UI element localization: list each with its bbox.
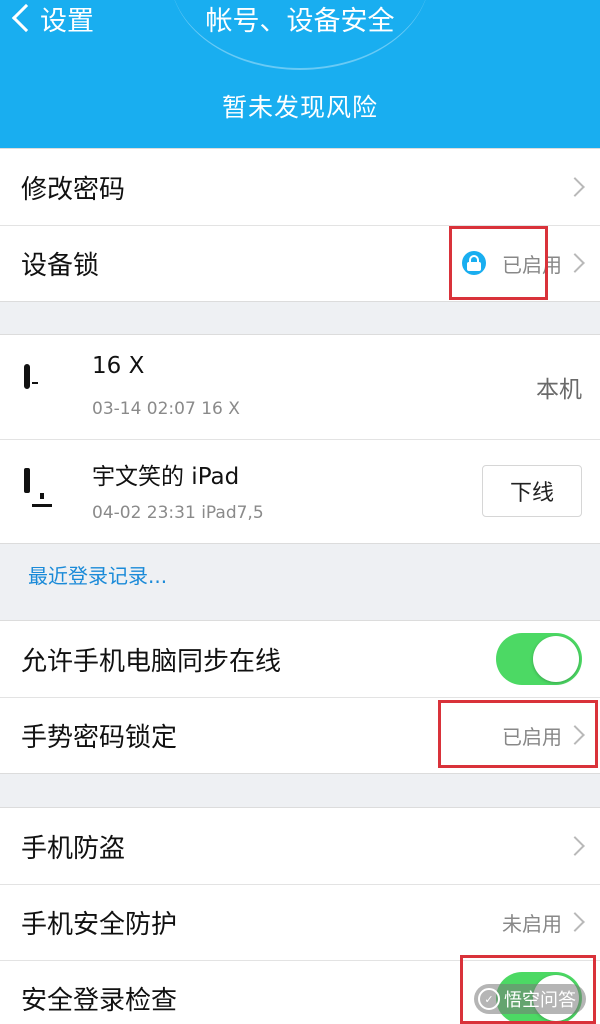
force-offline-button[interactable]: 下线 xyxy=(482,465,582,517)
wukong-logo-icon: ✓ xyxy=(478,988,500,1010)
security-protection-status: 未启用 xyxy=(502,911,562,936)
change-password-row[interactable]: 修改密码 xyxy=(0,149,600,225)
change-password-label: 修改密码 xyxy=(21,174,126,205)
chevron-right-icon xyxy=(565,912,585,932)
chevron-right-icon xyxy=(565,177,585,197)
device-lock-label: 设备锁 xyxy=(21,250,100,281)
watermark-text: 悟空问答 xyxy=(504,990,576,1011)
device-name: 宇文笑的 iPad xyxy=(92,464,240,490)
sync-online-label: 允许手机电脑同步在线 xyxy=(21,646,282,677)
device-name: 16 X xyxy=(92,353,145,379)
device-login-time: 04-02 23:31 iPad7,5 xyxy=(92,503,264,523)
logged-in-devices-group: 16 X 03-14 02:07 16 X 本机 宇文笑的 iPad 04-02… xyxy=(0,334,600,544)
chevron-right-icon xyxy=(565,836,585,856)
chevron-right-icon xyxy=(565,253,585,273)
header-bar: 设置 帐号、设备安全 暂未发现风险 xyxy=(0,0,600,148)
security-protection-row[interactable]: 手机安全防护 未启用 xyxy=(0,884,600,960)
anti-theft-row[interactable]: 手机防盗 xyxy=(0,808,600,884)
recent-login-records-link[interactable]: 最近登录记录... xyxy=(28,560,167,589)
sync-online-row: 允许手机电脑同步在线 xyxy=(0,621,600,697)
safe-login-check-label: 安全登录检查 xyxy=(21,985,178,1016)
security-protection-label: 手机安全防护 xyxy=(21,909,178,940)
sync-online-toggle[interactable] xyxy=(496,633,582,685)
page-title: 帐号、设备安全 xyxy=(205,6,395,37)
highlight-box xyxy=(449,226,548,300)
device-login-time: 03-14 02:07 16 X xyxy=(92,399,240,419)
gesture-lock-label: 手势密码锁定 xyxy=(21,722,178,753)
this-device-label: 本机 xyxy=(536,377,582,403)
anti-theft-label: 手机防盗 xyxy=(21,833,126,864)
monitor-icon xyxy=(24,468,52,507)
device-item: 宇文笑的 iPad 04-02 23:31 iPad7,5 下线 xyxy=(0,439,600,543)
highlight-box xyxy=(438,700,598,768)
watermark: ✓ 悟空问答 xyxy=(474,984,586,1014)
risk-status-text: 暂未发现风险 xyxy=(221,93,378,122)
device-item: 16 X 03-14 02:07 16 X 本机 xyxy=(0,335,600,439)
phone-icon xyxy=(24,364,30,389)
